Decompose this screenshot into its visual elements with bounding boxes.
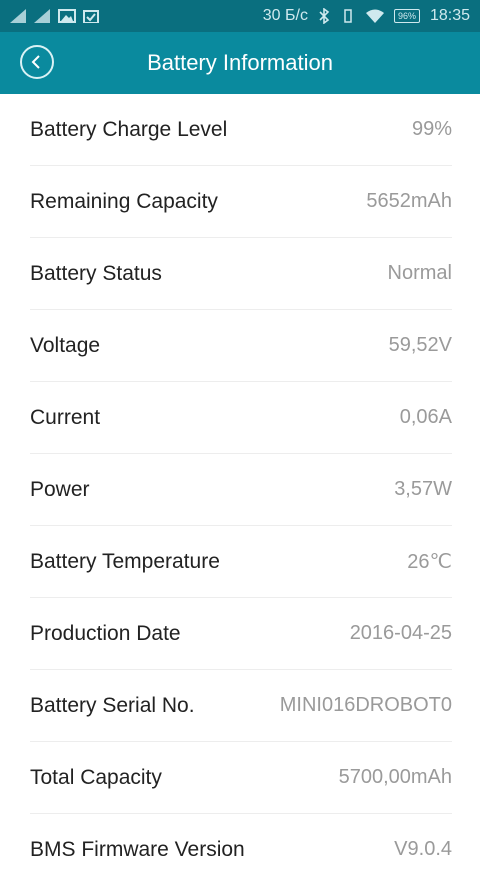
info-row: Battery Status Normal <box>30 238 452 310</box>
back-button[interactable] <box>20 45 54 79</box>
info-value: 59,52V <box>388 334 452 356</box>
vibrate-icon <box>344 9 352 23</box>
page-title: Battery Information <box>147 50 333 75</box>
info-value: Normal <box>387 262 452 284</box>
info-row: Battery Charge Level 99% <box>30 94 452 166</box>
wifi-icon <box>365 9 384 23</box>
info-row: BMS Firmware Version V9.0.4 <box>30 814 452 885</box>
clipboard-icon <box>83 10 99 23</box>
info-row: Battery Temperature 26℃ <box>30 526 452 598</box>
info-value: 0,06A <box>399 406 452 428</box>
battery-percent: 96% <box>393 9 420 23</box>
info-row: Battery Serial No. MINI016DROBOT0 <box>30 670 452 742</box>
info-label: BMS Firmware Version <box>30 837 245 861</box>
info-label: Total Capacity <box>30 765 162 789</box>
bluetooth-icon <box>319 8 330 24</box>
chevron-left-icon <box>31 55 40 69</box>
info-label: Battery Charge Level <box>30 117 228 141</box>
info-row: Current 0,06A <box>30 382 452 454</box>
info-label: Battery Status <box>30 261 162 285</box>
info-label: Battery Temperature <box>30 549 220 573</box>
info-row: Power 3,57W <box>30 454 452 526</box>
signal-icon <box>10 9 26 23</box>
info-value: 3,57W <box>394 478 452 500</box>
info-row: Production Date 2016-04-25 <box>30 598 452 670</box>
battery-icon: 96% <box>393 9 420 23</box>
network-speed: 30 Б/с <box>262 7 308 24</box>
info-value: 26℃ <box>407 551 452 573</box>
info-value: 2016-04-25 <box>349 622 452 644</box>
clock: 18:35 <box>429 7 470 24</box>
info-value: 99% <box>411 118 452 140</box>
info-value: MINI016DROBOT0 <box>279 694 452 716</box>
info-row: Total Capacity 5700,00mAh <box>30 742 452 814</box>
info-row: Remaining Capacity 5652mAh <box>30 166 452 238</box>
signal-icon <box>34 9 50 23</box>
info-value: V9.0.4 <box>394 838 452 860</box>
app-bar: Battery Information <box>0 32 480 94</box>
info-row: Voltage 59,52V <box>30 310 452 382</box>
info-label: Power <box>30 477 90 501</box>
info-value: 5652mAh <box>366 190 452 212</box>
info-label: Current <box>30 405 101 429</box>
status-bar: 30 Б/с 96% 18:35 <box>0 0 480 32</box>
info-label: Voltage <box>30 333 101 357</box>
image-icon <box>58 9 76 23</box>
info-label: Battery Serial No. <box>30 693 195 717</box>
info-value: 5700,00mAh <box>338 766 452 788</box>
battery-info-list: Battery Charge Level 99% Remaining Capacit… <box>0 94 480 885</box>
info-label: Production Date <box>30 621 181 645</box>
info-label: Remaining Capacity <box>30 189 218 213</box>
